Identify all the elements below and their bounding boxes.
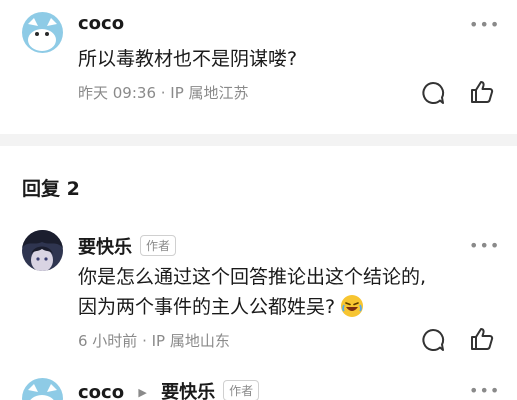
reply-item: 要快乐 作者 ••• 你是怎么通过这个回答推论出这个结论的, 因为两个事件的主人公… [0, 0, 517, 370]
reply-text-line-1: 你是怎么通过这个回答推论出这个结论的, [78, 266, 427, 288]
triangle-right-icon: ▶ [138, 386, 147, 399]
reply-author-name[interactable]: 要快乐 [78, 237, 132, 258]
reply-text-line-2: 因为两个事件的主人公都姓吴? [78, 292, 364, 319]
author-badge: 作者 [140, 235, 177, 256]
author-badge: 作者 [223, 380, 260, 400]
laughing-face-emoji [341, 295, 364, 317]
comments-page: coco ••• 所以毒教材也不是阴谋喽? 昨天 09:36 · IP 属地江苏… [0, 0, 517, 400]
comment-bubble-icon[interactable] [420, 327, 446, 353]
reply-author-name[interactable]: coco [78, 382, 124, 400]
more-dots-icon[interactable]: ••• [469, 238, 500, 254]
reply-item: coco ▶ 要快乐 作者 ••• [0, 370, 517, 400]
avatar[interactable] [22, 378, 63, 400]
reply-text-line-2-content: 因为两个事件的主人公都姓吴? [78, 296, 336, 318]
more-dots-icon[interactable]: ••• [469, 383, 500, 399]
reply-author: coco ▶ 要快乐 作者 [78, 378, 260, 400]
reply-to-name[interactable]: 要快乐 [161, 382, 215, 400]
reply-author: 要快乐 作者 [78, 233, 177, 259]
thumbs-up-icon[interactable] [469, 326, 495, 352]
avatar[interactable] [22, 230, 63, 271]
reply-meta: 6 小时前 · IP 属地山东 [78, 332, 230, 350]
